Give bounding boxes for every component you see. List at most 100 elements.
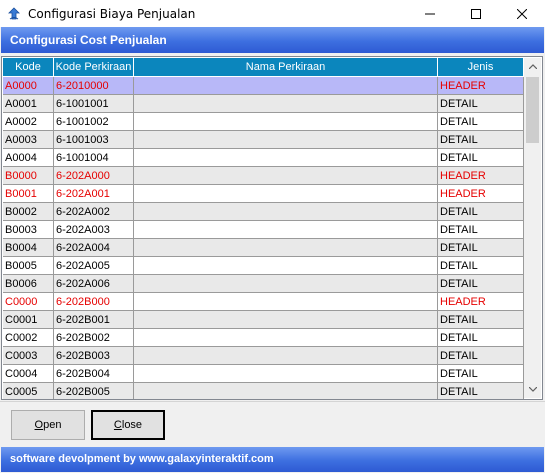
scroll-up-button[interactable] — [524, 58, 541, 75]
cell-kode-perkiraan[interactable]: 6-202B000 — [54, 293, 134, 311]
cell-jenis[interactable]: DETAIL — [438, 257, 524, 275]
cell-jenis[interactable]: DETAIL — [438, 131, 524, 149]
table-row[interactable]: B0002 6-202A002 DETAIL — [3, 203, 524, 221]
table-row[interactable]: C0005 6-202B005 DETAIL — [3, 383, 524, 399]
cell-jenis[interactable]: DETAIL — [438, 365, 524, 383]
cell-kode[interactable]: A0002 — [3, 113, 54, 131]
cell-nama-perkiraan[interactable] — [134, 239, 438, 257]
app-icon[interactable] — [6, 6, 22, 22]
cell-jenis[interactable]: DETAIL — [438, 113, 524, 131]
scroll-thumb[interactable] — [526, 77, 539, 143]
cell-kode-perkiraan[interactable]: 6-202B005 — [54, 383, 134, 399]
cell-jenis[interactable]: HEADER — [438, 185, 524, 203]
cell-jenis[interactable]: HEADER — [438, 77, 524, 95]
cell-kode[interactable]: A0001 — [3, 95, 54, 113]
cell-kode[interactable]: A0000 — [3, 77, 54, 95]
cell-kode[interactable]: B0006 — [3, 275, 54, 293]
cell-nama-perkiraan[interactable] — [134, 203, 438, 221]
cell-nama-perkiraan[interactable] — [134, 311, 438, 329]
cell-kode[interactable]: C0003 — [3, 347, 54, 365]
cell-nama-perkiraan[interactable] — [134, 329, 438, 347]
column-header-nama-perkiraan[interactable]: Nama Perkiraan — [134, 58, 438, 77]
cell-nama-perkiraan[interactable] — [134, 131, 438, 149]
table-row[interactable]: A0003 6-1001003 DETAIL — [3, 131, 524, 149]
cell-kode-perkiraan[interactable]: 6-1001003 — [54, 131, 134, 149]
title-bar[interactable]: Configurasi Biaya Penjualan — [0, 0, 545, 27]
cell-nama-perkiraan[interactable] — [134, 365, 438, 383]
column-header-kode[interactable]: Kode — [3, 58, 54, 77]
table-row[interactable]: B0003 6-202A003 DETAIL — [3, 221, 524, 239]
column-header-jenis[interactable]: Jenis — [438, 58, 524, 77]
minimize-button[interactable] — [407, 0, 453, 27]
table-row[interactable]: A0002 6-1001002 DETAIL — [3, 113, 524, 131]
column-header-kode-perkiraan[interactable]: Kode Perkiraan — [54, 58, 134, 77]
cell-jenis[interactable]: DETAIL — [438, 311, 524, 329]
cell-kode-perkiraan[interactable]: 6-202B001 — [54, 311, 134, 329]
cell-kode-perkiraan[interactable]: 6-202A002 — [54, 203, 134, 221]
close-button[interactable] — [499, 0, 545, 27]
table-row[interactable]: C0004 6-202B004 DETAIL — [3, 365, 524, 383]
cell-nama-perkiraan[interactable] — [134, 185, 438, 203]
cell-kode-perkiraan[interactable]: 6-202A003 — [54, 221, 134, 239]
cell-kode-perkiraan[interactable]: 6-202B004 — [54, 365, 134, 383]
cell-kode-perkiraan[interactable]: 6-202A006 — [54, 275, 134, 293]
cell-nama-perkiraan[interactable] — [134, 275, 438, 293]
table-row[interactable]: C0000 6-202B000 HEADER — [3, 293, 524, 311]
cell-nama-perkiraan[interactable] — [134, 167, 438, 185]
cell-kode[interactable]: C0001 — [3, 311, 54, 329]
cell-kode-perkiraan[interactable]: 6-202A004 — [54, 239, 134, 257]
cell-kode[interactable]: B0002 — [3, 203, 54, 221]
table-row[interactable]: B0000 6-202A000 HEADER — [3, 167, 524, 185]
cell-kode[interactable]: B0003 — [3, 221, 54, 239]
cell-nama-perkiraan[interactable] — [134, 383, 438, 399]
cell-jenis[interactable]: DETAIL — [438, 383, 524, 399]
cell-kode[interactable]: B0005 — [3, 257, 54, 275]
cell-kode-perkiraan[interactable]: 6-2010000 — [54, 77, 134, 95]
cell-kode[interactable]: B0004 — [3, 239, 54, 257]
cell-kode[interactable]: C0004 — [3, 365, 54, 383]
cell-nama-perkiraan[interactable] — [134, 257, 438, 275]
table-row[interactable]: A0004 6-1001004 DETAIL — [3, 149, 524, 167]
table-row[interactable]: B0004 6-202A004 DETAIL — [3, 239, 524, 257]
table-row[interactable]: C0001 6-202B001 DETAIL — [3, 311, 524, 329]
cell-jenis[interactable]: DETAIL — [438, 275, 524, 293]
cell-jenis[interactable]: DETAIL — [438, 239, 524, 257]
vertical-scrollbar[interactable] — [524, 58, 541, 398]
cell-jenis[interactable]: DETAIL — [438, 95, 524, 113]
cell-jenis[interactable]: HEADER — [438, 167, 524, 185]
cell-kode[interactable]: B0001 — [3, 185, 54, 203]
cell-nama-perkiraan[interactable] — [134, 347, 438, 365]
cell-jenis[interactable]: HEADER — [438, 293, 524, 311]
cell-kode[interactable]: C0000 — [3, 293, 54, 311]
maximize-button[interactable] — [453, 0, 499, 27]
cell-jenis[interactable]: DETAIL — [438, 149, 524, 167]
cell-jenis[interactable]: DETAIL — [438, 347, 524, 365]
table-row[interactable]: B0001 6-202A001 HEADER — [3, 185, 524, 203]
cell-nama-perkiraan[interactable] — [134, 221, 438, 239]
cell-kode-perkiraan[interactable]: 6-202A000 — [54, 167, 134, 185]
cell-kode[interactable]: C0002 — [3, 329, 54, 347]
cell-kode-perkiraan[interactable]: 6-1001002 — [54, 113, 134, 131]
cell-kode-perkiraan[interactable]: 6-1001001 — [54, 95, 134, 113]
open-button[interactable]: Open — [11, 410, 85, 440]
cell-nama-perkiraan[interactable] — [134, 95, 438, 113]
cell-kode-perkiraan[interactable]: 6-202A001 — [54, 185, 134, 203]
scroll-down-button[interactable] — [524, 381, 541, 398]
data-grid[interactable]: Kode Kode Perkiraan Nama Perkiraan Jenis… — [1, 56, 543, 400]
table-row[interactable]: C0002 6-202B002 DETAIL — [3, 329, 524, 347]
cell-kode[interactable]: B0000 — [3, 167, 54, 185]
cell-jenis[interactable]: DETAIL — [438, 221, 524, 239]
cell-kode-perkiraan[interactable]: 6-1001004 — [54, 149, 134, 167]
cell-kode[interactable]: C0005 — [3, 383, 54, 399]
cell-kode-perkiraan[interactable]: 6-202B003 — [54, 347, 134, 365]
cell-nama-perkiraan[interactable] — [134, 149, 438, 167]
close-dialog-button[interactable]: Close — [91, 410, 165, 440]
cell-nama-perkiraan[interactable] — [134, 293, 438, 311]
cell-kode[interactable]: A0004 — [3, 149, 54, 167]
table-row[interactable]: C0003 6-202B003 DETAIL — [3, 347, 524, 365]
cell-kode-perkiraan[interactable]: 6-202A005 — [54, 257, 134, 275]
table-row[interactable]: A0001 6-1001001 DETAIL — [3, 95, 524, 113]
cell-kode[interactable]: A0003 — [3, 131, 54, 149]
table-row[interactable]: B0005 6-202A005 DETAIL — [3, 257, 524, 275]
table-row[interactable]: B0006 6-202A006 DETAIL — [3, 275, 524, 293]
